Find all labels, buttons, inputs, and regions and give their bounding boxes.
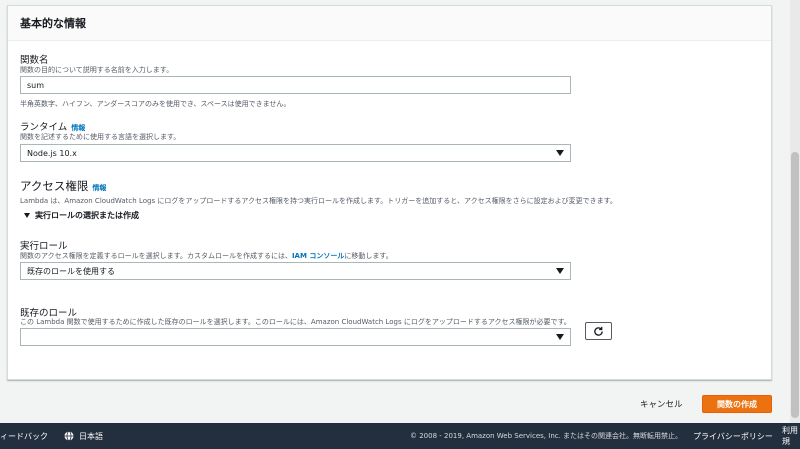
refresh-icon [594, 326, 603, 336]
panel-title: 基本的な情報 [20, 17, 86, 30]
copyright-text: © 2008 - 2019, Amazon Web Services, Inc.… [410, 432, 683, 440]
permissions-title: アクセス権限 [20, 179, 89, 193]
basic-info-panel: 基本的な情報 関数名 関数の目的について説明する名前を入力します。 sum 半角… [7, 5, 772, 380]
create-function-button[interactable]: 関数の作成 [702, 395, 772, 413]
function-name-input[interactable]: sum [20, 76, 571, 94]
execution-role-description: 関数のアクセス権限を定義するロールを選択します。カスタムロールを作成するには、I… [20, 251, 393, 261]
permissions-description: Lambda は、Amazon CloudWatch Logs にログをアップロ… [20, 197, 617, 205]
cancel-button[interactable]: キャンセル [640, 398, 683, 410]
role-section-toggle[interactable]: 実行ロールの選択または作成 [24, 210, 139, 221]
caret-down-icon [556, 334, 564, 340]
existing-role-description: この Lambda 関数で使用するために作成した既存のロールを選択します。このロ… [20, 318, 571, 326]
runtime-label-row: ランタイム 情報 [20, 119, 85, 133]
caret-down-icon [556, 268, 564, 274]
terms-link[interactable]: 利用規 [782, 425, 800, 447]
privacy-policy-link[interactable]: プライバシーポリシー [693, 431, 773, 442]
feedback-link[interactable]: ィードバック [0, 431, 48, 442]
permissions-info-link[interactable]: 情報 [92, 183, 106, 193]
language-label: 日本語 [79, 431, 103, 441]
panel-header: 基本的な情報 [8, 6, 771, 41]
execution-role-select[interactable]: 既存のロールを使用する [20, 262, 571, 280]
execution-role-description-text: 関数のアクセス権限を定義するロールを選択します。カスタムロールを作成するには、 [20, 252, 292, 260]
execution-role-label: 実行ロール [20, 241, 68, 252]
function-name-value: sum [27, 80, 45, 90]
runtime-label: ランタイム [20, 122, 68, 133]
scrollbar[interactable] [790, 0, 800, 423]
caret-down-icon [556, 150, 564, 156]
execution-role-selected-value: 既存のロールを使用する [27, 266, 115, 276]
runtime-select[interactable]: Node.js 10.x [20, 144, 571, 162]
existing-role-select[interactable] [20, 328, 571, 346]
language-selector[interactable]: 日本語 [64, 431, 103, 442]
function-name-hint: 半角英数字、ハイフン、アンダースコアのみを使用でき、スペースは使用できません。 [20, 100, 291, 108]
runtime-selected-value: Node.js 10.x [27, 148, 77, 158]
triangle-down-icon [24, 213, 30, 218]
execution-role-description-suffix: に移動します。 [344, 252, 393, 260]
footer-bar: ィードバック 日本語 © 2008 - 2019, Amazon Web Ser… [0, 423, 800, 449]
function-name-description: 関数の目的について説明する名前を入力します。 [20, 66, 174, 74]
iam-console-link[interactable]: IAM コンソール [292, 252, 344, 260]
permissions-title-row: アクセス権限 情報 [20, 178, 106, 194]
function-name-label: 関数名 [20, 55, 49, 66]
globe-icon [64, 431, 74, 441]
runtime-description: 関数を記述するために使用する言語を選択します。 [20, 133, 181, 141]
scrollbar-thumb[interactable] [791, 152, 799, 418]
refresh-roles-button[interactable] [585, 322, 612, 340]
role-section-toggle-label: 実行ロールの選択または作成 [35, 211, 139, 220]
